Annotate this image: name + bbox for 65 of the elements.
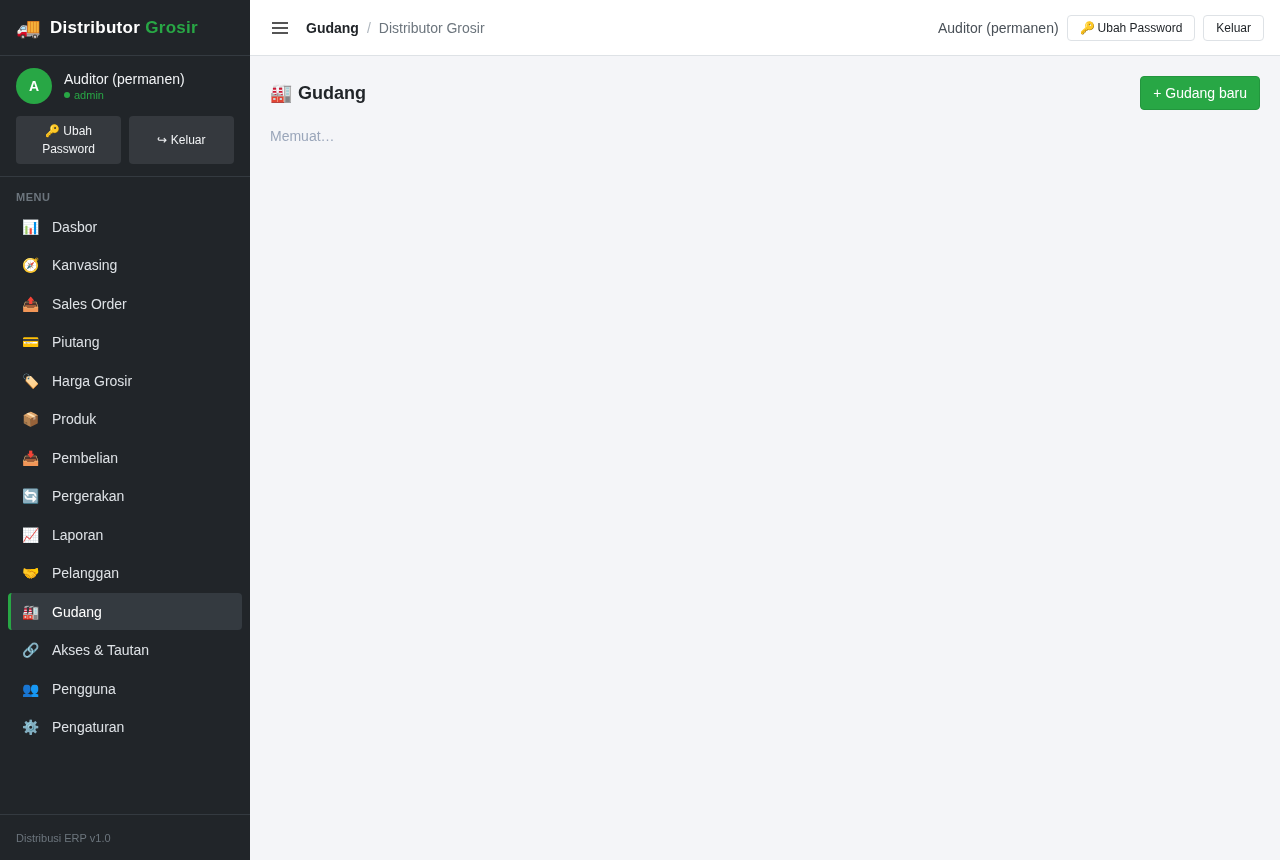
- sidebar-item[interactable]: 📥 Pembelian: [8, 439, 242, 476]
- sidebar-item-label: Kanvasing: [52, 257, 118, 273]
- sidebar-item[interactable]: 📈 Laporan: [8, 516, 242, 553]
- sidebar-item[interactable]: 🔄 Pergerakan: [8, 477, 242, 515]
- logout-button[interactable]: Keluar: [1203, 14, 1264, 41]
- sidebar-item-label: Laporan: [52, 526, 104, 543]
- sidebar-item-label: Pengaturan: [52, 719, 125, 735]
- menu-icon[interactable]: [272, 21, 288, 34]
- sidebar-item[interactable]: 📊 Dasbor: [8, 208, 242, 245]
- sidebar-item-label: Pembelian: [52, 449, 119, 466]
- menu-item-icon: ⚙: [22, 719, 38, 735]
- breadcrumb-separator: /: [366, 19, 371, 36]
- sidebar-item-label: Pelanggan: [52, 565, 119, 581]
- user-avatar: A: [16, 68, 52, 104]
- factory-icon: 🏭: [270, 83, 292, 103]
- breadcrumb-app: Distributor Grosir: [378, 19, 485, 36]
- sidebar-item-label: Sales Order: [52, 295, 127, 312]
- menu-item-icon: 📊: [22, 218, 38, 235]
- sidebar-item-label: Gudang: [52, 603, 102, 620]
- user-role: admin: [74, 89, 104, 101]
- menu-item-icon: 🧭: [22, 257, 38, 273]
- sidebar-item[interactable]: 👥 Pengguna: [8, 670, 242, 707]
- sidebar-item[interactable]: 🤝 Pelanggan: [8, 554, 242, 592]
- user-name: Auditor (permanen): [64, 71, 185, 87]
- status-dot-icon: [64, 92, 70, 98]
- brand-title: Distributor Grosir: [50, 17, 199, 38]
- menu-item-icon: 🔄: [22, 488, 38, 504]
- sidebar-item[interactable]: ⚙ Pengaturan: [8, 708, 242, 746]
- menu-item-icon: 🤝: [22, 565, 38, 581]
- key-icon: 🔑: [1079, 20, 1095, 35]
- menu-item-icon: 🔗: [22, 642, 38, 658]
- menu-item-icon: 📦: [22, 411, 38, 427]
- sidebar-item[interactable]: 📤 Sales Order: [8, 285, 242, 322]
- arrow-icon: ↪: [157, 133, 168, 147]
- sidebar-item-label: Pengguna: [52, 680, 116, 697]
- loading-text: Memuat…: [270, 128, 336, 144]
- user-name: Auditor (permanen): [937, 19, 1059, 36]
- menu-item-icon: 👥: [22, 680, 38, 697]
- sidebar-item[interactable]: 💳 Piutang: [8, 323, 242, 361]
- truck-icon: 🚚: [16, 15, 41, 40]
- menu-item-icon: 📤: [22, 295, 38, 312]
- logout-button[interactable]: ↪ Keluar: [129, 116, 234, 164]
- sidebar-item[interactable]: 🔗 Akses & Tautan: [8, 631, 242, 669]
- key-icon: 🔑: [45, 124, 60, 138]
- sidebar-item[interactable]: 🧭 Kanvasing: [8, 246, 242, 284]
- sidebar-item-label: Pergerakan: [52, 488, 125, 504]
- menu-item-icon: 💳: [22, 334, 38, 350]
- sidebar-item-label: Harga Grosir: [52, 372, 133, 389]
- page-title: Gudang: [298, 82, 366, 104]
- sidebar-item[interactable]: 📦 Produk: [8, 400, 242, 438]
- menu-item-icon: 🏭: [22, 603, 38, 620]
- menu-item-icon: 📈: [22, 526, 38, 543]
- version-text: Distribusi ERP v1.0: [16, 832, 111, 844]
- menu-heading: MENU: [15, 190, 52, 205]
- breadcrumb-current: Gudang: [306, 19, 359, 36]
- sidebar-item[interactable]: 🏷 Harga Grosir: [8, 362, 242, 399]
- sidebar-item[interactable]: 🏭 Gudang: [8, 593, 242, 630]
- menu-item-icon: 🏷: [22, 372, 38, 389]
- sidebar-item-label: Dasbor: [52, 218, 98, 235]
- menu-item-icon: 📥: [22, 449, 38, 466]
- sidebar-item-label: Produk: [52, 411, 97, 427]
- sidebar-item-label: Akses & Tautan: [52, 642, 150, 658]
- change-password-button[interactable]: 🔑 Ubah Password: [16, 116, 121, 164]
- change-password-button[interactable]: 🔑 Ubah Password: [1066, 14, 1196, 41]
- sidebar-item-label: Piutang: [52, 334, 100, 350]
